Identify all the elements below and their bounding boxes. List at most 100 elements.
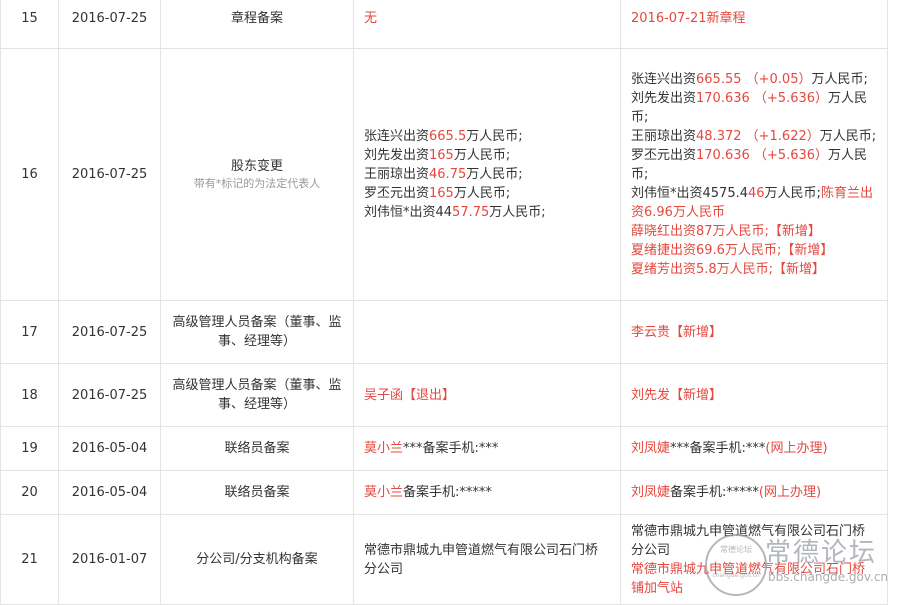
change-item: 股东变更带有*标记的为法定代表人 [160,48,354,301]
content-segment: 张连兴出资 [631,72,697,87]
table-row: 17 2016-07-25 高级管理人员备案（董事、监事、经理等） 李云贵【新增】 [0,300,888,364]
change-item: 分公司/分支机构备案 [160,514,354,605]
change-date: 2016-07-25 [58,48,161,301]
content-segment: 备案手机:***** [403,485,492,500]
content-before: 莫小兰备案手机:***** [353,470,621,515]
content-segment: 夏绪捷出资69.6万人民币;【新增】 [631,243,834,258]
content-segment: 万人民币; [453,186,511,201]
change-item: 联络员备案 [160,470,354,515]
change-date: 2016-05-04 [58,470,161,515]
content-before: 无 [353,0,621,49]
change-item-label: 联络员备案 [224,441,290,456]
content-segment: 万人民币; [466,167,523,182]
change-item-label: 章程备案 [230,11,283,26]
content-segment: 刘伟恒*出资4575.4 [631,186,748,201]
content-segment: ***备案手机:*** [403,441,499,456]
table-row: 15 2016-07-25 章程备案 无 2016-07-21新章程 [0,0,888,49]
content-segment: 48.372 （+1.622） [696,129,820,144]
table-row: 19 2016-05-04 联络员备案 莫小兰***备案手机:*** 刘凤婕***备案手… [0,426,888,471]
content-segment: 刘先发出资 [364,148,430,163]
content-segment: 薛晓红出资87万人民币;【新增】 [631,224,821,239]
content-segment: 罗丕元出资 [631,148,697,163]
content-segment: 刘先发【新增】 [631,387,723,403]
change-item-label: 联络员备案 [224,485,290,500]
row-number: 21 [0,514,59,605]
content-after: 刘凤婕备案手机:*****(网上办理) [620,470,888,515]
row-number: 16 [0,48,59,301]
row-number: 20 [0,470,59,515]
content-segment: 165 [429,186,454,201]
change-item: 高级管理人员备案（董事、监事、经理等） [160,363,354,427]
content-segment: 165 [429,148,454,163]
content-segment: 665.5 [429,129,467,144]
content-segment: 刘先发出资 [631,91,697,106]
watermark-title: 常德论坛 [765,538,878,568]
forum-watermark: 常德论坛 changde.gov.cn 常德论坛 bbs.changde.gov… [705,530,900,596]
content-segment: 王丽琼出资 [631,129,697,144]
change-date: 2016-05-04 [58,426,161,471]
row-number: 17 [0,300,59,364]
content-segment: ***备案手机:*** [670,441,766,456]
content-segment: 170.636 （+5.636） [696,148,829,163]
content-segment: 刘伟恒*出资44 [364,205,453,220]
change-item-label: 股东变更 [230,159,283,174]
content-segment: 夏绪芳出资5.8万人民币;【新增】 [631,262,826,277]
content-segment: 王丽琼出资 [364,167,430,182]
content-after: 刘凤婕***备案手机:***(网上办理) [620,426,888,471]
row-number: 15 [0,0,59,49]
change-item-label: 高级管理人员备案（董事、监事、经理等） [172,315,342,349]
content-segment: 无 [364,11,378,26]
content-segment: 吴子函【退出】 [364,387,456,403]
change-item: 联络员备案 [160,426,354,471]
content-segment: 46 [748,186,765,201]
content-before [353,300,621,364]
watermark-url: bbs.changde.gov.cn [768,570,889,584]
legal-rep-hint: 带有*标记的为法定代表人 [193,177,321,190]
row-number: 19 [0,426,59,471]
content-segment: (网上办理) [765,441,828,456]
content-before: 张连兴出资665.5万人民币; 刘先发出资165万人民币; 王丽琼出资46.75万人… [353,48,621,301]
content-before: 常德市鼎城九申管道燃气有限公司石门桥分公司 [353,514,621,605]
change-item: 高级管理人员备案（董事、监事、经理等） [160,300,354,364]
content-segment: 莫小兰 [364,485,404,500]
content-segment: 46.75 [429,167,467,182]
content-before: 莫小兰***备案手机:*** [353,426,621,471]
table-row: 18 2016-07-25 高级管理人员备案（董事、监事、经理等） 吴子函【退出】 刘先… [0,363,888,427]
change-date: 2016-07-25 [58,363,161,427]
content-segment: 万人民币; [819,129,877,144]
content-segment: 李云贵【新增】 [631,324,723,340]
change-date: 2016-07-25 [58,0,161,49]
content-after: 2016-07-21新章程 [620,0,888,49]
change-date: 2016-07-25 [58,300,161,364]
table-row: 20 2016-05-04 联络员备案 莫小兰备案手机:***** 刘凤婕备案手机:**… [0,470,888,515]
content-segment: (网上办理) [758,485,822,500]
row-number: 18 [0,363,59,427]
content-after: 刘先发【新增】 [620,363,888,427]
content-segment: 万人民币; [764,186,821,201]
content-segment: 刘凤婕 [631,485,671,500]
content-segment: 170.636 （+5.636） [696,91,829,106]
content-segment: 常德市鼎城九申管道燃气有限公司石门桥分公司 [364,542,599,577]
content-segment: 罗丕元出资 [364,186,430,201]
change-date: 2016-01-07 [58,514,161,605]
content-segment: 万人民币; [453,148,511,163]
change-records-table: 15 2016-07-25 章程备案无 2016-07-21新章程 16 2016-07-… [0,0,888,605]
content-segment: 万人民币; [466,129,523,144]
change-item: 章程备案 [160,0,354,49]
change-item-label: 高级管理人员备案（董事、监事、经理等） [172,378,342,412]
content-segment: 万人民币; [489,205,546,220]
content-segment: 莫小兰 [364,441,404,456]
content-segment: 57.75 [452,205,490,220]
content-segment: 665.55 （+0.05） [696,72,812,87]
change-item-label: 分公司/分支机构备案 [196,552,318,567]
table-row: 16 2016-07-25 股东变更 带有*标记的为法定代表人 张连兴出资665.5万人… [0,48,888,301]
content-segment: 2016-07-21新章程 [631,11,746,26]
content-segment: 万人民币; [811,72,868,87]
content-after: 李云贵【新增】 [620,300,888,364]
content-segment: 备案手机:***** [670,485,759,500]
content-after: 张连兴出资665.55 （+0.05）万人民币; 刘先发出资170.636 （+5… [620,48,888,301]
seal-logo-icon: 常德论坛 changde.gov.cn [705,534,767,596]
content-segment: 刘凤婕 [631,441,671,456]
content-segment: 张连兴出资 [364,129,430,144]
content-before: 吴子函【退出】 [353,363,621,427]
